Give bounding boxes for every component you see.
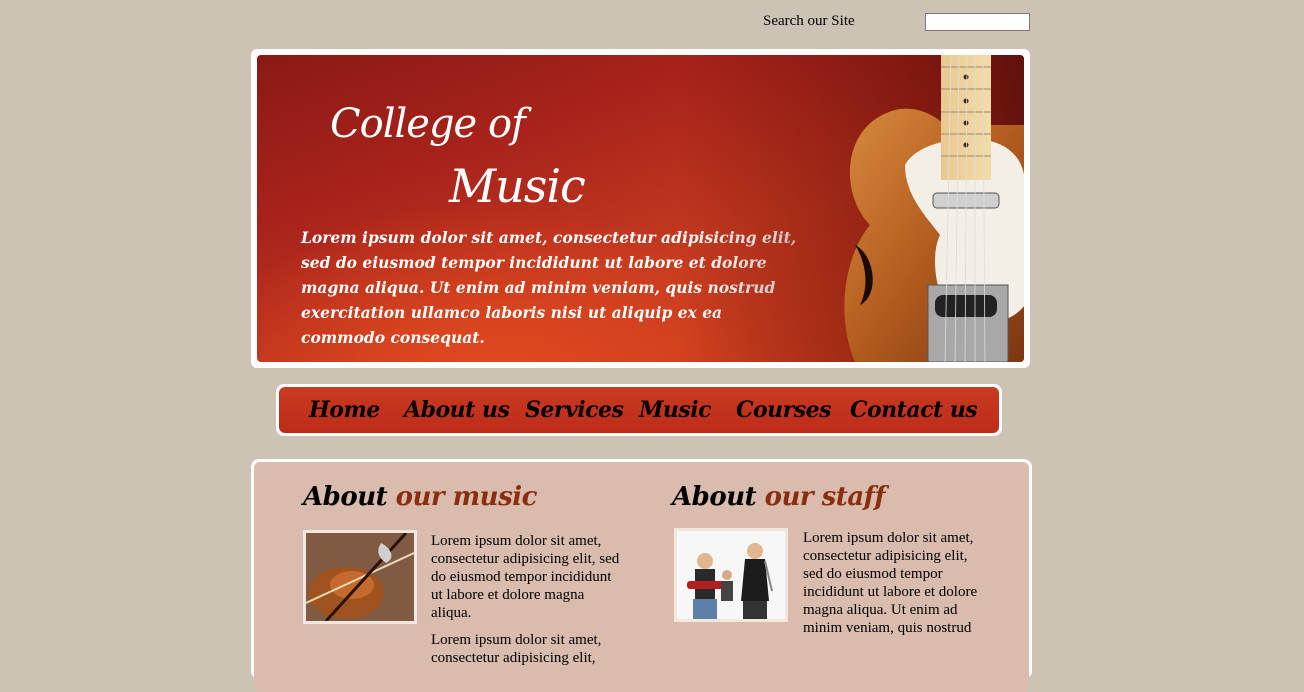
content-panel: About our music Lorem ipsum dolor sit am… [251, 459, 1032, 692]
violin-image [303, 530, 417, 624]
nav-music[interactable]: Music [639, 397, 712, 423]
banner-intro-text: Lorem ipsum dolor sit amet, consectetur … [301, 228, 797, 347]
search-input[interactable] [925, 13, 1030, 31]
about-staff-heading: About our staff [672, 482, 886, 512]
about-music-para1: Lorem ipsum dolor sit amet, consectetur … [431, 533, 620, 621]
nav-courses[interactable]: Courses [736, 397, 832, 423]
about-staff-text: Lorem ipsum dolor sit amet, consectetur … [803, 529, 983, 646]
header-banner: College of Music Lorem ipsum dolor sit a… [251, 49, 1030, 368]
nav-contact-us[interactable]: Contact us [850, 397, 978, 423]
site-search: Search our Site [763, 12, 1033, 34]
search-label: Search our Site [763, 13, 855, 29]
main-nav: Home About us Services Music Courses Con… [276, 384, 1002, 436]
brand-title-line2: Music [449, 159, 586, 213]
guitar-image [844, 55, 1024, 362]
content-panel-inner: About our music Lorem ipsum dolor sit am… [254, 462, 1029, 692]
about-music-heading: About our music [303, 482, 537, 512]
about-staff-heading-main: About [672, 482, 757, 512]
about-staff-para1: Lorem ipsum dolor sit amet, consectetur … [803, 530, 978, 636]
banner-image: College of Music Lorem ipsum dolor sit a… [257, 55, 1024, 362]
about-music-para2: Lorem ipsum dolor sit amet, consectetur … [431, 632, 602, 666]
about-music-heading-main: About [303, 482, 388, 512]
brand-title-line1: College of [330, 101, 526, 147]
nav-home[interactable]: Home [309, 397, 380, 423]
nav-bar: Home About us Services Music Courses Con… [279, 387, 999, 433]
nav-services[interactable]: Services [525, 397, 624, 423]
about-music-text: Lorem ipsum dolor sit amet, consectetur … [431, 532, 623, 676]
nav-about-us[interactable]: About us [404, 397, 510, 423]
staff-photo [674, 528, 788, 622]
about-music-heading-accent: our music [395, 482, 538, 512]
about-staff-heading-accent: our staff [764, 482, 886, 512]
